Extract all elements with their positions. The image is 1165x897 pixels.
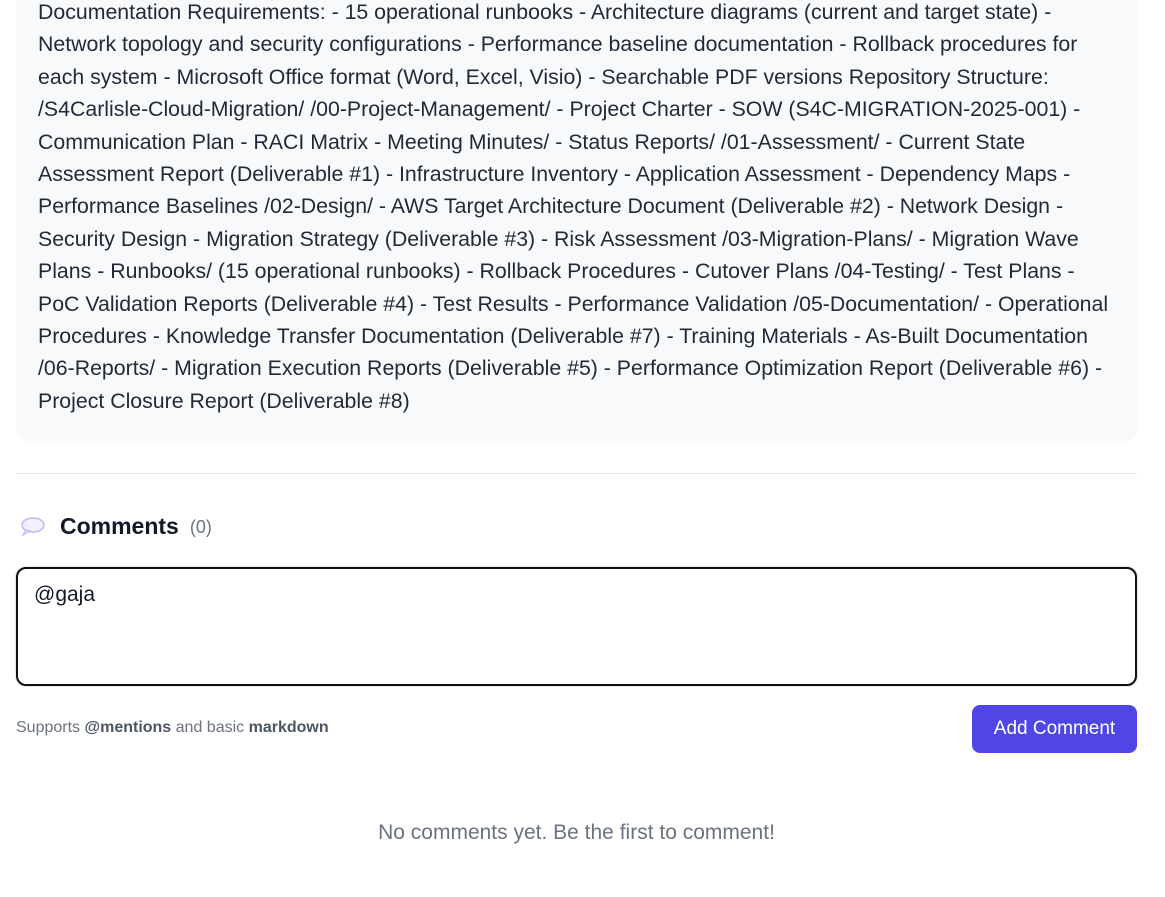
comments-count: (0) <box>189 517 212 537</box>
comments-header: Comments (0) <box>20 508 212 544</box>
description-text: Documentation Requirements: - 15 operati… <box>38 0 1109 413</box>
comment-input[interactable] <box>34 583 1119 670</box>
add-comment-button[interactable]: Add Comment <box>972 705 1137 753</box>
description-card: Documentation Requirements: - 15 operati… <box>16 0 1137 441</box>
speech-bubble-icon <box>20 516 46 537</box>
hint-markdown: markdown <box>248 719 329 736</box>
hint-middle: and basic <box>171 719 249 736</box>
hint-mentions: @mentions <box>84 719 172 736</box>
hint-prefix: Supports <box>16 719 85 736</box>
comments-title: Comments <box>60 512 179 539</box>
formatting-hint: Supports @mentions and basic markdown <box>16 719 329 737</box>
section-divider <box>16 473 1137 474</box>
empty-comments-message: No comments yet. Be the first to comment… <box>378 821 775 844</box>
comment-input-box <box>16 567 1137 686</box>
task-detail-page: Documentation Requirements: - 15 operati… <box>0 0 1165 897</box>
